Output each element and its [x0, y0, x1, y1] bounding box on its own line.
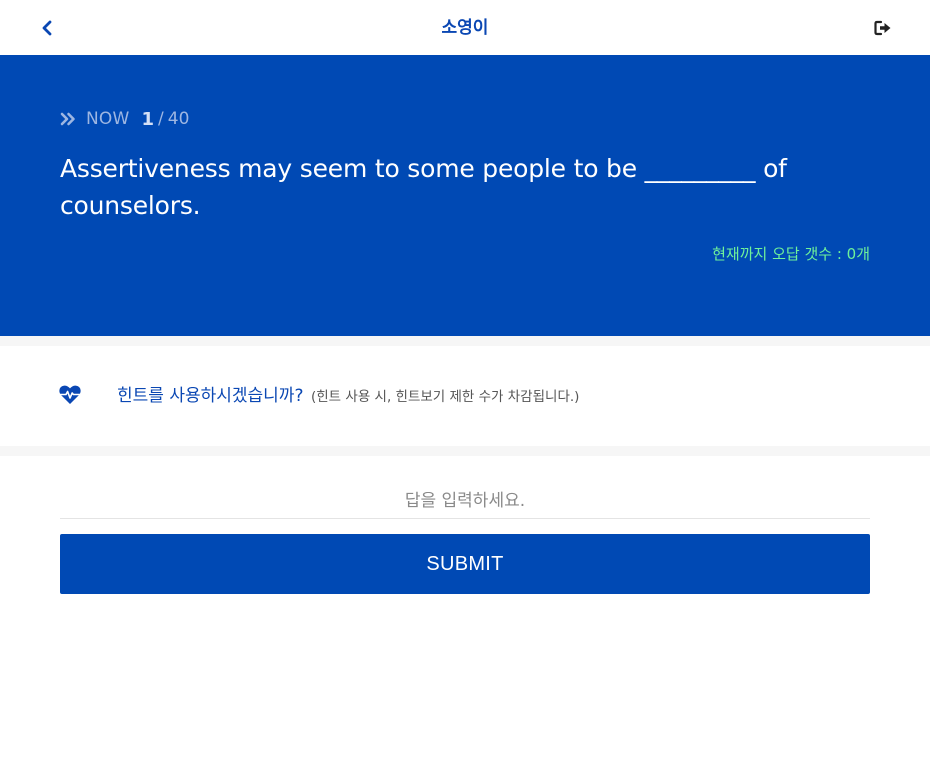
hint-note: (힌트 사용 시, 힌트보기 제한 수가 차감됩니다.)	[311, 389, 580, 405]
top-bar: 소영이	[0, 0, 930, 55]
heartbeat-icon	[59, 385, 81, 404]
hint-section: 힌트를 사용하시겠습니까? (힌트 사용 시, 힌트보기 제한 수가 차감됩니다…	[0, 346, 930, 446]
progress-indicator: NOW 1 / 40	[60, 107, 189, 131]
use-hint-link[interactable]: 힌트를 사용하시겠습니까?	[117, 384, 303, 408]
question-panel: NOW 1 / 40 Assertiveness may seem to som…	[0, 55, 930, 336]
question-text: Assertiveness may seem to some people to…	[60, 154, 787, 220]
double-chevron-right-icon	[60, 112, 76, 126]
answer-input[interactable]	[60, 484, 870, 519]
submit-button[interactable]: SUBMIT	[60, 534, 870, 594]
divider	[0, 446, 930, 456]
wrong-answer-count: 현재까지 오답 갯수 : 0개	[712, 245, 870, 263]
now-label: NOW	[86, 109, 130, 129]
logout-button[interactable]	[872, 16, 894, 40]
page-title: 소영이	[441, 18, 489, 38]
total-question-count: 40	[167, 109, 190, 129]
current-question-number: 1	[141, 108, 155, 130]
divider	[0, 336, 930, 346]
progress-separator: /	[158, 109, 164, 129]
logout-icon	[874, 20, 891, 36]
